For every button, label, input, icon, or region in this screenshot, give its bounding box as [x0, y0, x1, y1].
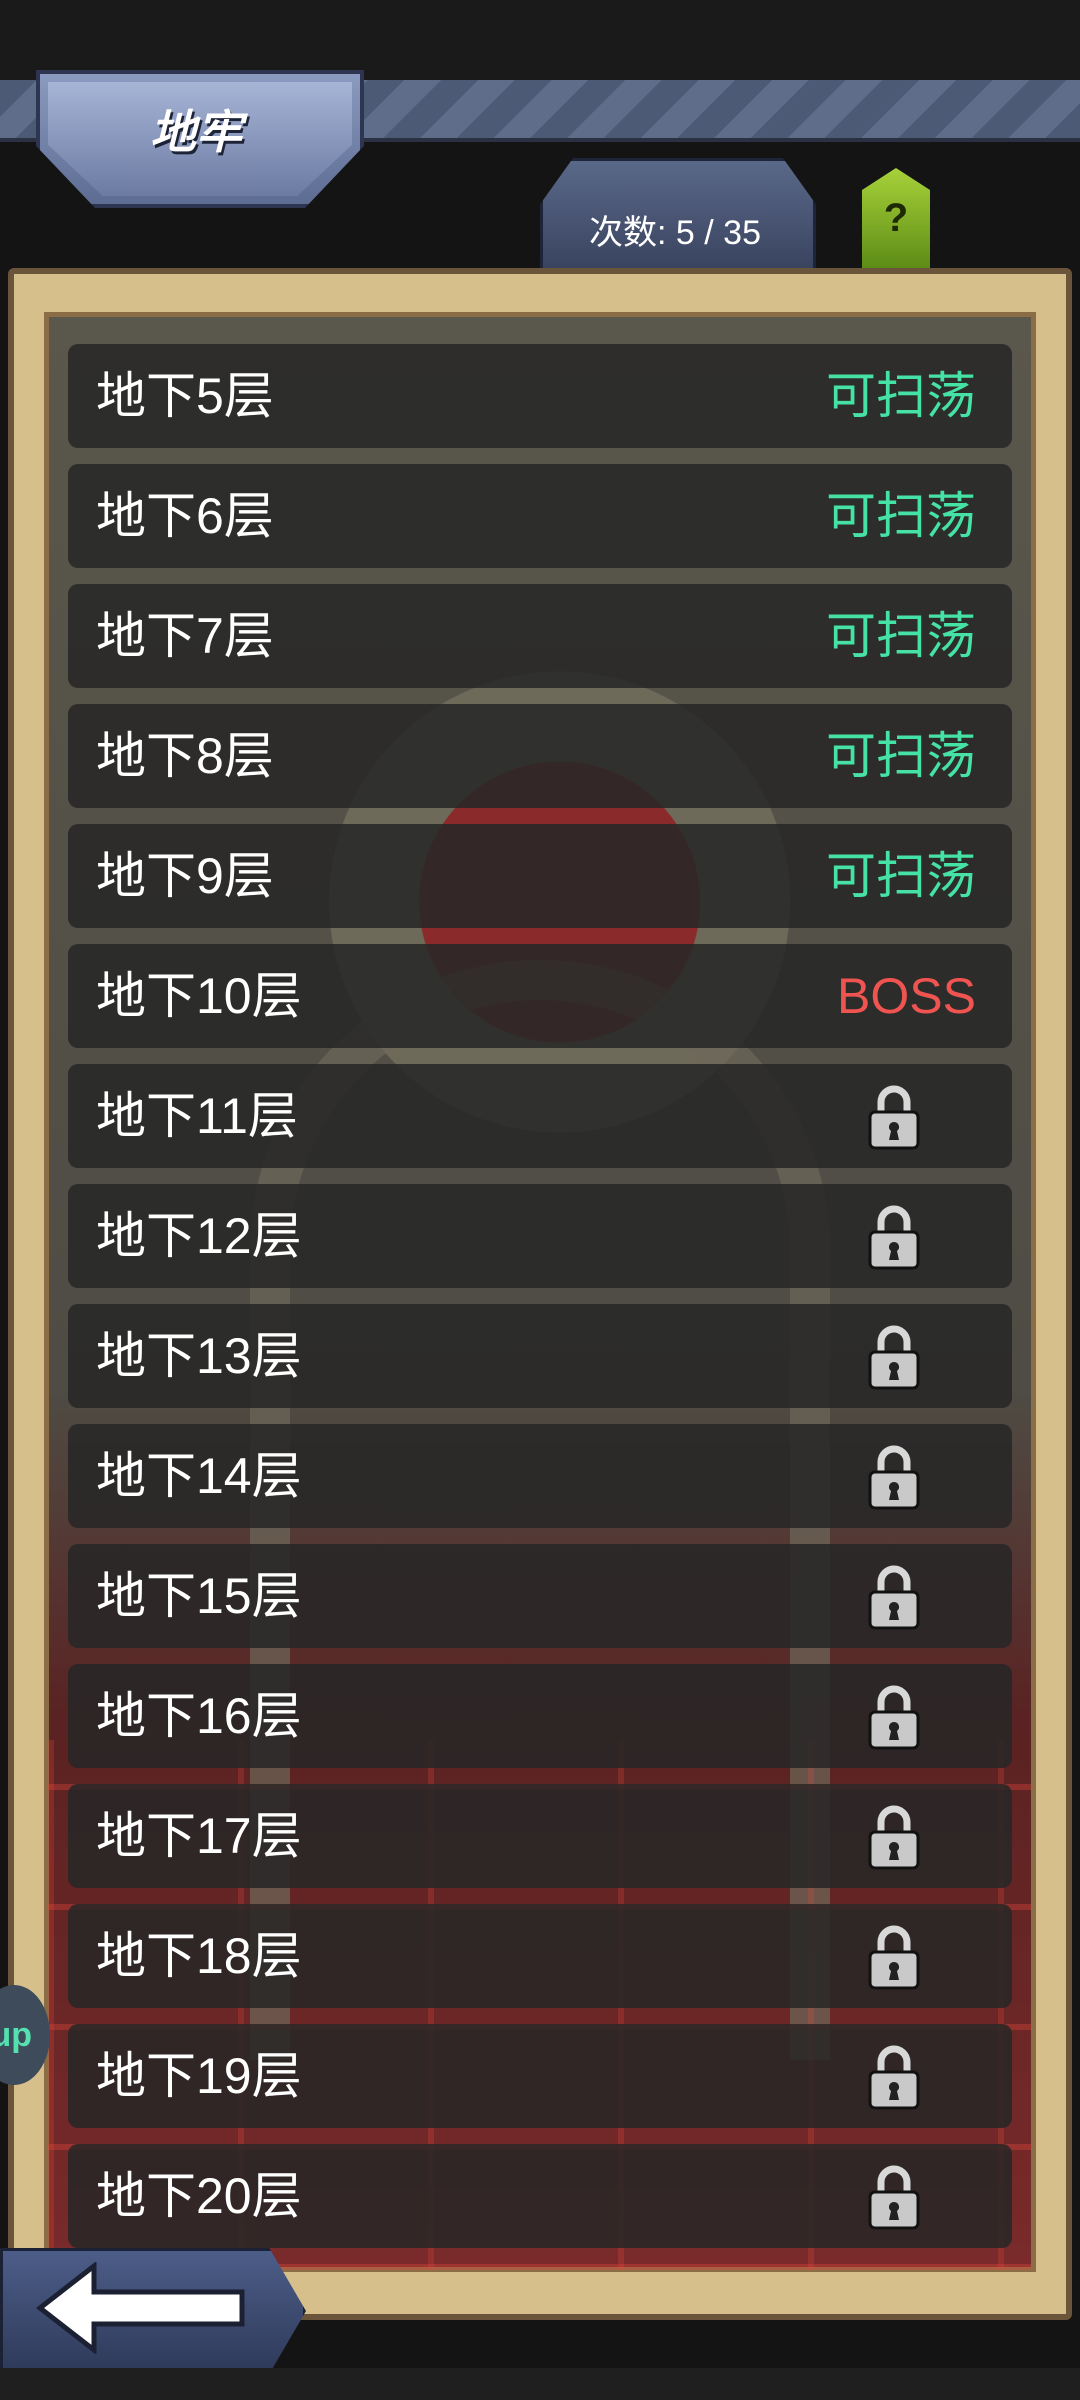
- floor-label: 地下19层: [96, 2048, 302, 2104]
- floor-row[interactable]: 地下9层 可扫荡: [68, 824, 1012, 928]
- lock-icon: [868, 1685, 920, 1750]
- floor-label: 地下17层: [96, 1808, 302, 1864]
- lock-icon: [868, 1565, 920, 1630]
- floor-label: 地下13层: [96, 1328, 302, 1384]
- floor-row[interactable]: 地下12层: [68, 1184, 1012, 1288]
- top-bar: [0, 0, 1080, 80]
- floor-label: 地下9层: [96, 848, 274, 904]
- floor-row[interactable]: 地下16层: [68, 1664, 1012, 1768]
- floor-row[interactable]: 地下5层 可扫荡: [68, 344, 1012, 448]
- floor-row[interactable]: 地下10层 BOSS: [68, 944, 1012, 1048]
- floor-row[interactable]: 地下20层: [68, 2144, 1012, 2248]
- lock-icon: [868, 1445, 920, 1510]
- sweep-status: 可扫荡: [826, 848, 976, 904]
- floor-label: 地下16层: [96, 1688, 302, 1744]
- floor-label: 地下7层: [96, 608, 274, 664]
- lock-icon: [868, 1085, 920, 1150]
- floor-row[interactable]: 地下11层: [68, 1064, 1012, 1168]
- floor-label: 地下20层: [96, 2168, 302, 2224]
- lock-icon: [868, 2165, 920, 2230]
- lock-icon: [868, 1325, 920, 1390]
- lock-icon: [868, 2045, 920, 2110]
- floor-label: 地下15层: [96, 1568, 302, 1624]
- sweep-status: 可扫荡: [826, 728, 976, 784]
- floor-label: 地下14层: [96, 1448, 302, 1504]
- floor-row[interactable]: 地下19层: [68, 2024, 1012, 2128]
- floor-label: 地下12层: [96, 1208, 302, 1264]
- boss-status: BOSS: [837, 968, 976, 1024]
- floor-label: 地下11层: [96, 1088, 298, 1144]
- floor-label: 地下6层: [96, 488, 274, 544]
- floor-label: 地下5层: [96, 368, 274, 424]
- page-title: 地牢: [150, 106, 242, 158]
- floor-row[interactable]: 地下17层: [68, 1784, 1012, 1888]
- dungeon-screen: 地牢 次数: 5 / 35 ? 地下5层 可扫荡 地下6层 可扫荡 地下7层 可扫荡 地下8…: [0, 0, 1080, 2400]
- attempts-counter: 次数: 5 / 35: [589, 214, 761, 252]
- bottom-bar: [0, 2368, 1080, 2400]
- lock-icon: [868, 1805, 920, 1870]
- sweep-status: 可扫荡: [826, 488, 976, 544]
- back-arrow-icon[interactable]: [36, 2262, 246, 2354]
- help-button[interactable]: ?: [862, 168, 930, 268]
- floor-row[interactable]: 地下15层: [68, 1544, 1012, 1648]
- floor-label: 地下10层: [96, 968, 302, 1024]
- floor-row[interactable]: 地下8层 可扫荡: [68, 704, 1012, 808]
- floor-row[interactable]: 地下14层: [68, 1424, 1012, 1528]
- lock-icon: [868, 1205, 920, 1270]
- sweep-status: 可扫荡: [826, 608, 976, 664]
- floor-row[interactable]: 地下13层: [68, 1304, 1012, 1408]
- lock-icon: [868, 1925, 920, 1990]
- sweep-status: 可扫荡: [826, 368, 976, 424]
- floor-row[interactable]: 地下18层: [68, 1904, 1012, 2008]
- floor-row[interactable]: 地下7层 可扫荡: [68, 584, 1012, 688]
- floor-list: 地下5层 可扫荡 地下6层 可扫荡 地下7层 可扫荡 地下8层 可扫荡 地下9层 可扫荡 地下10层…: [68, 344, 1012, 2264]
- floor-row[interactable]: 地下6层 可扫荡: [68, 464, 1012, 568]
- floor-label: 地下18层: [96, 1928, 302, 1984]
- floor-label: 地下8层: [96, 728, 274, 784]
